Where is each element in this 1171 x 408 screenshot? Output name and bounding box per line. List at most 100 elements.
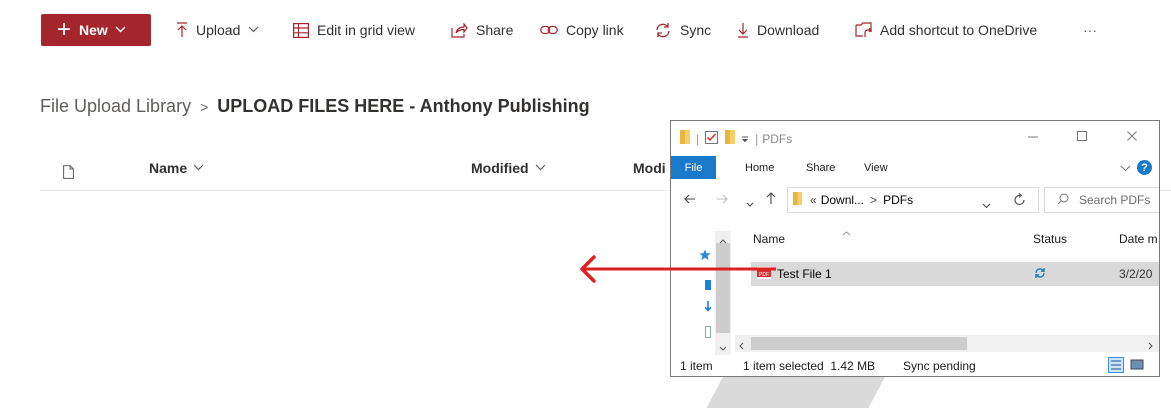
- explorer-column-name[interactable]: Name: [753, 232, 785, 246]
- file-row[interactable]: PDF Test File 1 3/2/20: [751, 262, 1159, 286]
- file-date-modified: 3/2/20: [1119, 267, 1153, 281]
- horizontal-scroll-thumb[interactable]: [751, 337, 967, 350]
- new-button-label: New: [79, 22, 108, 38]
- help-icon[interactable]: ?: [1137, 160, 1152, 175]
- address-segment-pdfs[interactable]: PDFs: [883, 193, 913, 207]
- address-overflow[interactable]: «: [810, 193, 817, 207]
- breadcrumb-separator: >: [200, 98, 209, 115]
- forward-arrow-icon[interactable]: [716, 193, 728, 207]
- scroll-up-chevron-icon[interactable]: [719, 233, 727, 247]
- upload-label: Upload: [196, 22, 241, 38]
- file-explorer-window: | | PDFs File Home Share View ? « Downl.…: [670, 120, 1160, 377]
- sync-button[interactable]: Sync: [654, 14, 711, 46]
- address-row: « Downl... > PDFs Search PDFs: [671, 183, 1159, 217]
- quick-access-toolbar: | | PDFs: [680, 130, 792, 147]
- tab-view[interactable]: View: [864, 156, 888, 179]
- folder-icon: [793, 192, 802, 208]
- explorer-title-bar: | | PDFs: [671, 121, 1159, 154]
- sync-icon: [654, 22, 672, 38]
- explorer-column-date-modified[interactable]: Date m: [1119, 232, 1158, 246]
- drag-arrow-annotation: [578, 254, 778, 289]
- column-header-modified-by[interactable]: Modi: [633, 146, 666, 190]
- recent-locations-chevron-icon[interactable]: [746, 196, 754, 210]
- tab-home[interactable]: Home: [745, 156, 774, 179]
- breadcrumb-current: UPLOAD FILES HERE - Anthony Publishing: [217, 96, 590, 116]
- selection-info: 1 item selected 1.42 MB: [743, 358, 876, 373]
- column-modified-label: Modified: [471, 160, 529, 176]
- column-modified-by-label: Modi: [633, 160, 666, 176]
- plus-icon: +: [57, 16, 72, 43]
- more-icon: ···: [1083, 22, 1097, 38]
- folder-icon: [680, 130, 690, 147]
- documents-icon[interactable]: [705, 326, 711, 341]
- copy-link-label: Copy link: [566, 22, 624, 38]
- add-shortcut-button[interactable]: Add shortcut to OneDrive: [855, 14, 1037, 46]
- file-type-icon: [63, 165, 74, 179]
- tab-file[interactable]: File: [671, 156, 716, 179]
- share-icon: [451, 22, 468, 38]
- link-icon: [540, 24, 558, 36]
- address-dropdown-chevron-icon[interactable]: [982, 198, 991, 212]
- chevron-down-icon: [248, 24, 259, 36]
- edit-grid-view-button[interactable]: Edit in grid view: [293, 14, 415, 46]
- explorer-status-bar: 1 item 1 item selected 1.42 MB Sync pend…: [671, 355, 1159, 376]
- explorer-column-status[interactable]: Status: [1033, 232, 1067, 246]
- add-shortcut-label: Add shortcut to OneDrive: [880, 22, 1038, 38]
- new-button[interactable]: + New: [41, 14, 151, 46]
- item-count: 1 item: [680, 358, 713, 373]
- copy-link-button[interactable]: Copy link: [540, 14, 624, 46]
- sync-label: Sync: [680, 22, 712, 38]
- chevron-down-icon: [193, 162, 204, 174]
- customize-toolbar-icon[interactable]: [741, 132, 749, 146]
- details-view-button[interactable]: [1108, 357, 1124, 373]
- download-icon: [737, 22, 749, 38]
- scroll-left-chevron-icon[interactable]: [739, 339, 744, 353]
- shortcut-icon: [855, 22, 872, 38]
- edit-grid-view-label: Edit in grid view: [317, 22, 416, 38]
- downloads-icon[interactable]: [704, 301, 712, 315]
- address-segment-downloads[interactable]: Downl...: [821, 193, 864, 207]
- large-icons-view-button[interactable]: [1129, 357, 1145, 373]
- breadcrumb-root[interactable]: File Upload Library: [40, 96, 191, 117]
- back-arrow-icon[interactable]: [684, 193, 696, 207]
- scroll-right-chevron-icon[interactable]: [1148, 339, 1153, 353]
- column-header-modified[interactable]: Modified: [471, 146, 546, 190]
- minimize-button[interactable]: [1027, 129, 1039, 145]
- properties-check-icon[interactable]: [705, 130, 719, 147]
- maximize-button[interactable]: [1076, 129, 1088, 145]
- command-bar: + New Upload Edit in grid view Share Cop…: [0, 0, 1171, 62]
- share-label: Share: [476, 22, 514, 38]
- grid-icon: [293, 22, 309, 38]
- search-box[interactable]: Search PDFs: [1044, 187, 1159, 213]
- search-icon: [1057, 193, 1069, 208]
- file-name: Test File 1: [777, 267, 832, 281]
- tab-share[interactable]: Share: [806, 156, 835, 179]
- sync-pending-icon: [1034, 267, 1046, 282]
- breadcrumb: File Upload Library > UPLOAD FILES HERE …: [40, 96, 590, 117]
- sort-ascending-icon: [842, 225, 851, 239]
- new-folder-icon[interactable]: [725, 130, 736, 147]
- drag-ghost-shadow: [706, 372, 888, 408]
- upload-icon: [176, 22, 188, 38]
- chevron-down-icon: [535, 162, 546, 174]
- refresh-icon[interactable]: [1014, 193, 1026, 210]
- ribbon-tabs: File Home Share View ?: [671, 156, 1159, 179]
- address-bar[interactable]: « Downl... > PDFs: [787, 187, 1039, 213]
- search-placeholder: Search PDFs: [1079, 193, 1151, 207]
- column-name-label: Name: [149, 160, 188, 176]
- address-separator: >: [870, 193, 878, 207]
- scroll-down-chevron-icon[interactable]: [719, 340, 727, 354]
- download-button[interactable]: Download: [737, 14, 819, 46]
- chevron-down-icon: [115, 24, 126, 36]
- share-button[interactable]: Share: [451, 14, 513, 46]
- up-arrow-icon[interactable]: [766, 192, 776, 208]
- ribbon-expand-chevron-icon[interactable]: [1120, 161, 1131, 175]
- download-label: Download: [757, 22, 820, 38]
- column-header-name[interactable]: Name: [149, 146, 204, 190]
- more-button[interactable]: ···: [1083, 14, 1097, 46]
- toolbar-divider: |: [696, 131, 700, 146]
- close-button[interactable]: [1126, 129, 1138, 145]
- title-divider: |: [755, 131, 759, 146]
- upload-button[interactable]: Upload: [176, 14, 259, 46]
- window-title: PDFs: [762, 131, 793, 146]
